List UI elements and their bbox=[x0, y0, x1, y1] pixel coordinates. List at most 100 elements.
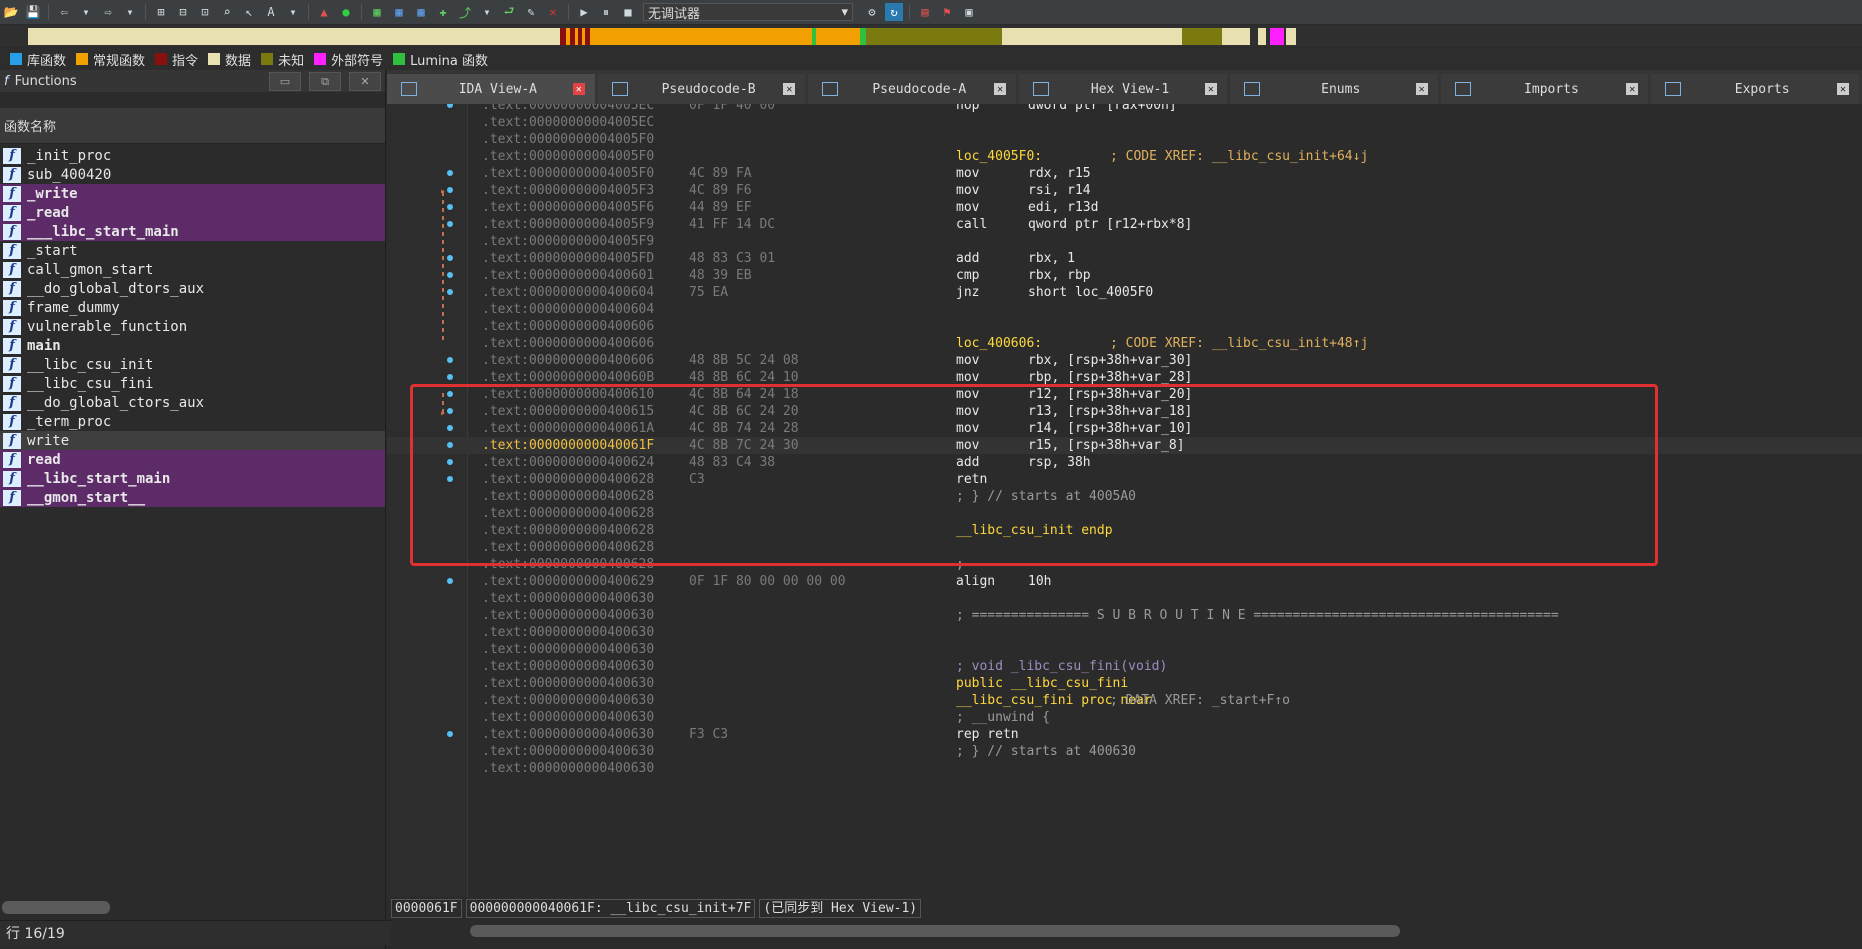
binary-icon[interactable]: ⊡ bbox=[196, 3, 214, 21]
close-icon[interactable]: ✕ bbox=[1837, 83, 1850, 95]
code-label[interactable]: loc_4005F0: bbox=[956, 148, 1042, 165]
data-icon[interactable]: ▦ bbox=[390, 3, 408, 21]
breakpoint-dot-icon[interactable] bbox=[447, 357, 453, 363]
function-list-item[interactable]: f vulnerable_function bbox=[0, 317, 385, 336]
back-arrow-icon[interactable]: ⇦ bbox=[55, 3, 73, 21]
function-list-item[interactable]: f __gmon_start__ bbox=[0, 488, 385, 507]
disasm-line[interactable]: .text:0000000000400606 bbox=[387, 318, 1862, 335]
disasm-line[interactable]: .text:0000000000400630 __libc_csu_fini pr… bbox=[387, 692, 1862, 709]
disasm-line[interactable]: .text:0000000000400630 bbox=[387, 641, 1862, 658]
function-list-item[interactable]: f read bbox=[0, 450, 385, 469]
function-list-item[interactable]: f call_gmon_start bbox=[0, 260, 385, 279]
stop-icon[interactable]: ■ bbox=[619, 3, 637, 21]
breakpoint-dot-icon[interactable] bbox=[447, 104, 453, 108]
book-icon[interactable]: ▤ bbox=[916, 3, 934, 21]
disasm-line[interactable]: .text:00000000004005F6 44 89 EF mov edi, r1… bbox=[387, 199, 1862, 216]
disasm-line[interactable]: .text:00000000004005F9 bbox=[387, 233, 1862, 250]
disasm-line[interactable]: .text:00000000004005F0 loc_4005F0: ; CODE … bbox=[387, 148, 1862, 165]
function-list-item[interactable]: f _start bbox=[0, 241, 385, 260]
disasm-line[interactable]: .text:00000000004005F0 bbox=[387, 131, 1862, 148]
xref-comment[interactable]: ; CODE XREF: __libc_csu_init+64↓j bbox=[1110, 148, 1368, 165]
graph-node-icon[interactable]: ⊞ bbox=[152, 3, 170, 21]
function-list-item[interactable]: f frame_dummy bbox=[0, 298, 385, 317]
green-circle-icon[interactable]: ● bbox=[337, 3, 355, 21]
code-icon[interactable]: ▦ bbox=[368, 3, 386, 21]
tab-pseudocode-a[interactable]: Pseudocode-A ✕ bbox=[808, 74, 1017, 104]
function-list-item[interactable]: f __libc_start_main bbox=[0, 469, 385, 488]
enter-icon[interactable]: ⮐ bbox=[500, 3, 518, 21]
close-icon[interactable]: ✕ bbox=[349, 72, 381, 91]
tab-enums[interactable]: Enums ✕ bbox=[1229, 74, 1438, 104]
disasm-line[interactable]: .text:00000000004005F3 4C 89 F6 mov rsi, r1… bbox=[387, 182, 1862, 199]
dropdown-icon[interactable]: ▾ bbox=[478, 3, 496, 21]
pointer-icon[interactable]: ↖ bbox=[240, 3, 258, 21]
play-icon[interactable]: ▶ bbox=[575, 3, 593, 21]
disasm-line[interactable]: .text:0000000000400604 bbox=[387, 301, 1862, 318]
dropdown-icon[interactable]: ▾ bbox=[77, 3, 95, 21]
function-list-item[interactable]: f ___libc_start_main bbox=[0, 222, 385, 241]
function-list-item[interactable]: f _write bbox=[0, 184, 385, 203]
breakpoint-dot-icon[interactable] bbox=[447, 374, 453, 380]
code-label[interactable]: loc_400606: bbox=[956, 335, 1042, 352]
close-icon[interactable]: ✕ bbox=[783, 83, 796, 95]
breakpoint-dot-icon[interactable] bbox=[447, 255, 453, 261]
triangle-icon[interactable]: ▲ bbox=[315, 3, 333, 21]
breakpoint-dot-icon[interactable] bbox=[447, 170, 453, 176]
breakpoint-dot-icon[interactable] bbox=[447, 289, 453, 295]
disasm-line[interactable]: .text:0000000000400630 ; =============== … bbox=[387, 607, 1862, 624]
plus-icon[interactable]: ✚ bbox=[434, 3, 452, 21]
function-list-item[interactable]: f _init_proc bbox=[0, 146, 385, 165]
disasm-line[interactable]: .text:0000000000400630 bbox=[387, 760, 1862, 777]
horizontal-scrollbar[interactable] bbox=[470, 925, 1400, 937]
tab-ida-view-a[interactable]: IDA View-A ✕ bbox=[387, 74, 595, 104]
branch-icon[interactable]: ⤴ bbox=[456, 3, 474, 21]
tab-hex-view-1[interactable]: Hex View-1 ✕ bbox=[1019, 74, 1227, 104]
disasm-line[interactable]: .text:00000000004005F9 41 FF 14 DC call qwo… bbox=[387, 216, 1862, 233]
close-icon[interactable]: ✕ bbox=[994, 83, 1007, 95]
disasm-line[interactable]: .text:00000000004005F0 4C 89 FA mov rdx, r1… bbox=[387, 165, 1862, 182]
pause-icon[interactable]: ⏸ bbox=[597, 3, 615, 21]
xref-comment[interactable]: ; DATA XREF: _start+F↑o bbox=[1110, 692, 1290, 709]
close-icon[interactable]: ✕ bbox=[572, 83, 585, 95]
disasm-line[interactable]: .text:0000000000400629 0F 1F 80 00 00 00 … bbox=[387, 573, 1862, 590]
navigation-band[interactable] bbox=[0, 25, 1862, 47]
disasm-line[interactable]: .text:0000000000400630 bbox=[387, 590, 1862, 607]
minimize-icon[interactable]: ▭ bbox=[269, 72, 301, 91]
breakpoint-dot-icon[interactable] bbox=[447, 731, 453, 737]
open-icon[interactable]: 📂 bbox=[2, 3, 20, 21]
dropdown-icon[interactable]: ▾ bbox=[121, 3, 139, 21]
breakpoint-dot-icon[interactable] bbox=[447, 578, 453, 584]
dropdown-icon[interactable]: ▾ bbox=[284, 3, 302, 21]
function-list-item[interactable]: f __do_global_dtors_aux bbox=[0, 279, 385, 298]
flag-icon[interactable]: ⚑ bbox=[938, 3, 956, 21]
text-icon[interactable]: A bbox=[262, 3, 280, 21]
search-icon[interactable]: ⌕ bbox=[218, 3, 236, 21]
close-icon[interactable]: ✕ bbox=[1626, 83, 1639, 95]
tab-imports[interactable]: Imports ✕ bbox=[1440, 74, 1649, 104]
disasm-line[interactable]: .text:0000000000400630 ; } // starts at 4… bbox=[387, 743, 1862, 760]
horizontal-scrollbar[interactable] bbox=[2, 901, 110, 914]
xref-comment[interactable]: ; CODE XREF: __libc_csu_init+48↑j bbox=[1110, 335, 1368, 352]
breakpoint-dot-icon[interactable] bbox=[447, 221, 453, 227]
disasm-line[interactable]: .text:0000000000400630 F3 C3 rep retn bbox=[387, 726, 1862, 743]
function-list-item[interactable]: f _term_proc bbox=[0, 412, 385, 431]
function-list-item[interactable]: f write bbox=[0, 431, 385, 450]
tab-pseudocode-b[interactable]: Pseudocode-B ✕ bbox=[597, 74, 806, 104]
disasm-line[interactable]: .text:00000000004005FD 48 83 C3 01 add rbx,… bbox=[387, 250, 1862, 267]
graph-node-icon[interactable]: ⊟ bbox=[174, 3, 192, 21]
disasm-line[interactable]: .text:0000000000400630 bbox=[387, 624, 1862, 641]
tab-exports[interactable]: Exports ✕ bbox=[1651, 74, 1860, 104]
disasm-line[interactable]: .text:0000000000400606 loc_400606: ; CODE … bbox=[387, 335, 1862, 352]
disasm-line[interactable]: .text:0000000000400630 ; void _libc_csu_f… bbox=[387, 658, 1862, 675]
chip-icon[interactable]: ▣ bbox=[960, 3, 978, 21]
disasm-line[interactable]: .text:0000000000400630 public __libc_csu_… bbox=[387, 675, 1862, 692]
cross-icon[interactable]: ✕ bbox=[544, 3, 562, 21]
disasm-line[interactable]: .text:0000000000400601 48 39 EB cmp rbx, rb… bbox=[387, 267, 1862, 284]
function-list-item[interactable]: f _read bbox=[0, 203, 385, 222]
float-icon[interactable]: ⧉ bbox=[309, 72, 341, 91]
function-list-item[interactable]: f __libc_csu_init bbox=[0, 355, 385, 374]
close-icon[interactable]: ✕ bbox=[1204, 83, 1217, 95]
disasm-line[interactable]: .text:0000000000400606 48 8B 5C 24 08 mov r… bbox=[387, 352, 1862, 369]
disasm-line[interactable]: .text:00000000004005EC 0F 1F 40 00 nop dwor… bbox=[387, 104, 1862, 114]
debugger-select[interactable]: 无调试器 ▾ bbox=[643, 3, 853, 22]
